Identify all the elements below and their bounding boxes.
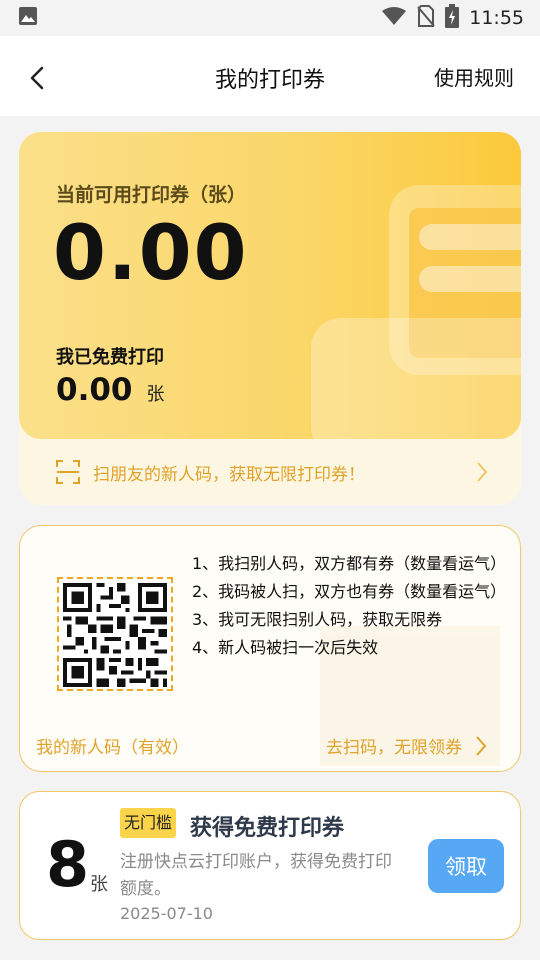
free-printed-value: 0.00 <box>56 372 133 408</box>
coupon-date: 2025-07-10 <box>120 904 213 923</box>
coupon-card: 8 张 无门槛 获得免费打印券 注册快点云打印账户，获得免费打印额度。 2025… <box>19 791 521 940</box>
printer-decoration-icon <box>311 185 521 439</box>
coupon-title: 获得免费打印券 <box>190 816 345 841</box>
app-header: 我的打印券 使用规则 <box>0 36 540 116</box>
status-bar: 11:55 <box>0 0 540 36</box>
coupon-count: 8 <box>46 828 90 901</box>
available-coupons-label: 当前可用打印券（张） <box>56 184 247 206</box>
chevron-right-icon <box>477 462 488 482</box>
coupon-count-unit: 张 <box>90 874 108 895</box>
balance-section: 当前可用打印券（张） 0.00 我已免费打印 0.00 张 扫朋友的新人码，获取… <box>19 132 521 505</box>
free-printed-label: 我已免费打印 <box>56 347 164 368</box>
qr-code-icon <box>63 583 167 687</box>
available-coupons-value: 0.00 <box>53 208 249 297</box>
free-printed-row: 0.00 张 <box>56 372 165 408</box>
referral-rules-list: 1、我扫别人码，双方都有券（数量看运气） 2、我码被人扫，双方也有券（数量看运气… <box>192 550 510 662</box>
referral-rule-item: 3、我可无限扫别人码，获取无限券 <box>192 610 443 629</box>
scan-friend-code-row[interactable]: 扫朋友的新人码，获取无限打印券！ <box>19 439 521 505</box>
my-referral-code-label: 我的新人码（有效） <box>36 738 189 758</box>
go-scan-link[interactable]: 去扫码，无限领券 <box>326 733 488 758</box>
claim-button[interactable]: 领取 <box>428 839 504 893</box>
my-referral-qr-code[interactable] <box>57 577 173 691</box>
referral-card: 1、我扫别人码，双方都有券（数量看运气） 2、我码被人扫，双方也有券（数量看运气… <box>19 525 521 772</box>
status-time: 11:55 <box>469 7 524 29</box>
balance-card: 当前可用打印券（张） 0.00 我已免费打印 0.00 张 <box>19 132 521 439</box>
coupon-description: 注册快点云打印账户，获得免费打印额度。 <box>120 852 392 899</box>
wifi-icon <box>381 6 407 30</box>
free-printed-unit: 张 <box>146 384 165 405</box>
scan-icon <box>56 460 80 484</box>
image-icon <box>18 6 38 30</box>
chevron-right-icon <box>476 735 487 756</box>
battery-charging-icon <box>445 4 460 32</box>
go-scan-label: 去扫码，无限领券 <box>326 738 462 758</box>
referral-rule-item: 1、我扫别人码，双方都有券（数量看运气） <box>192 554 507 573</box>
scan-friend-code-text: 扫朋友的新人码，获取无限打印券！ <box>93 464 365 485</box>
status-indicators: 11:55 <box>381 4 524 32</box>
usage-rules-link[interactable]: 使用规则 <box>434 62 514 91</box>
referral-rule-item: 4、新人码被扫一次后失效 <box>192 638 379 657</box>
referral-rule-item: 2、我码被人扫，双方也有券（数量看运气） <box>192 582 507 601</box>
no-sim-icon <box>417 5 435 31</box>
no-threshold-badge: 无门槛 <box>120 808 177 838</box>
